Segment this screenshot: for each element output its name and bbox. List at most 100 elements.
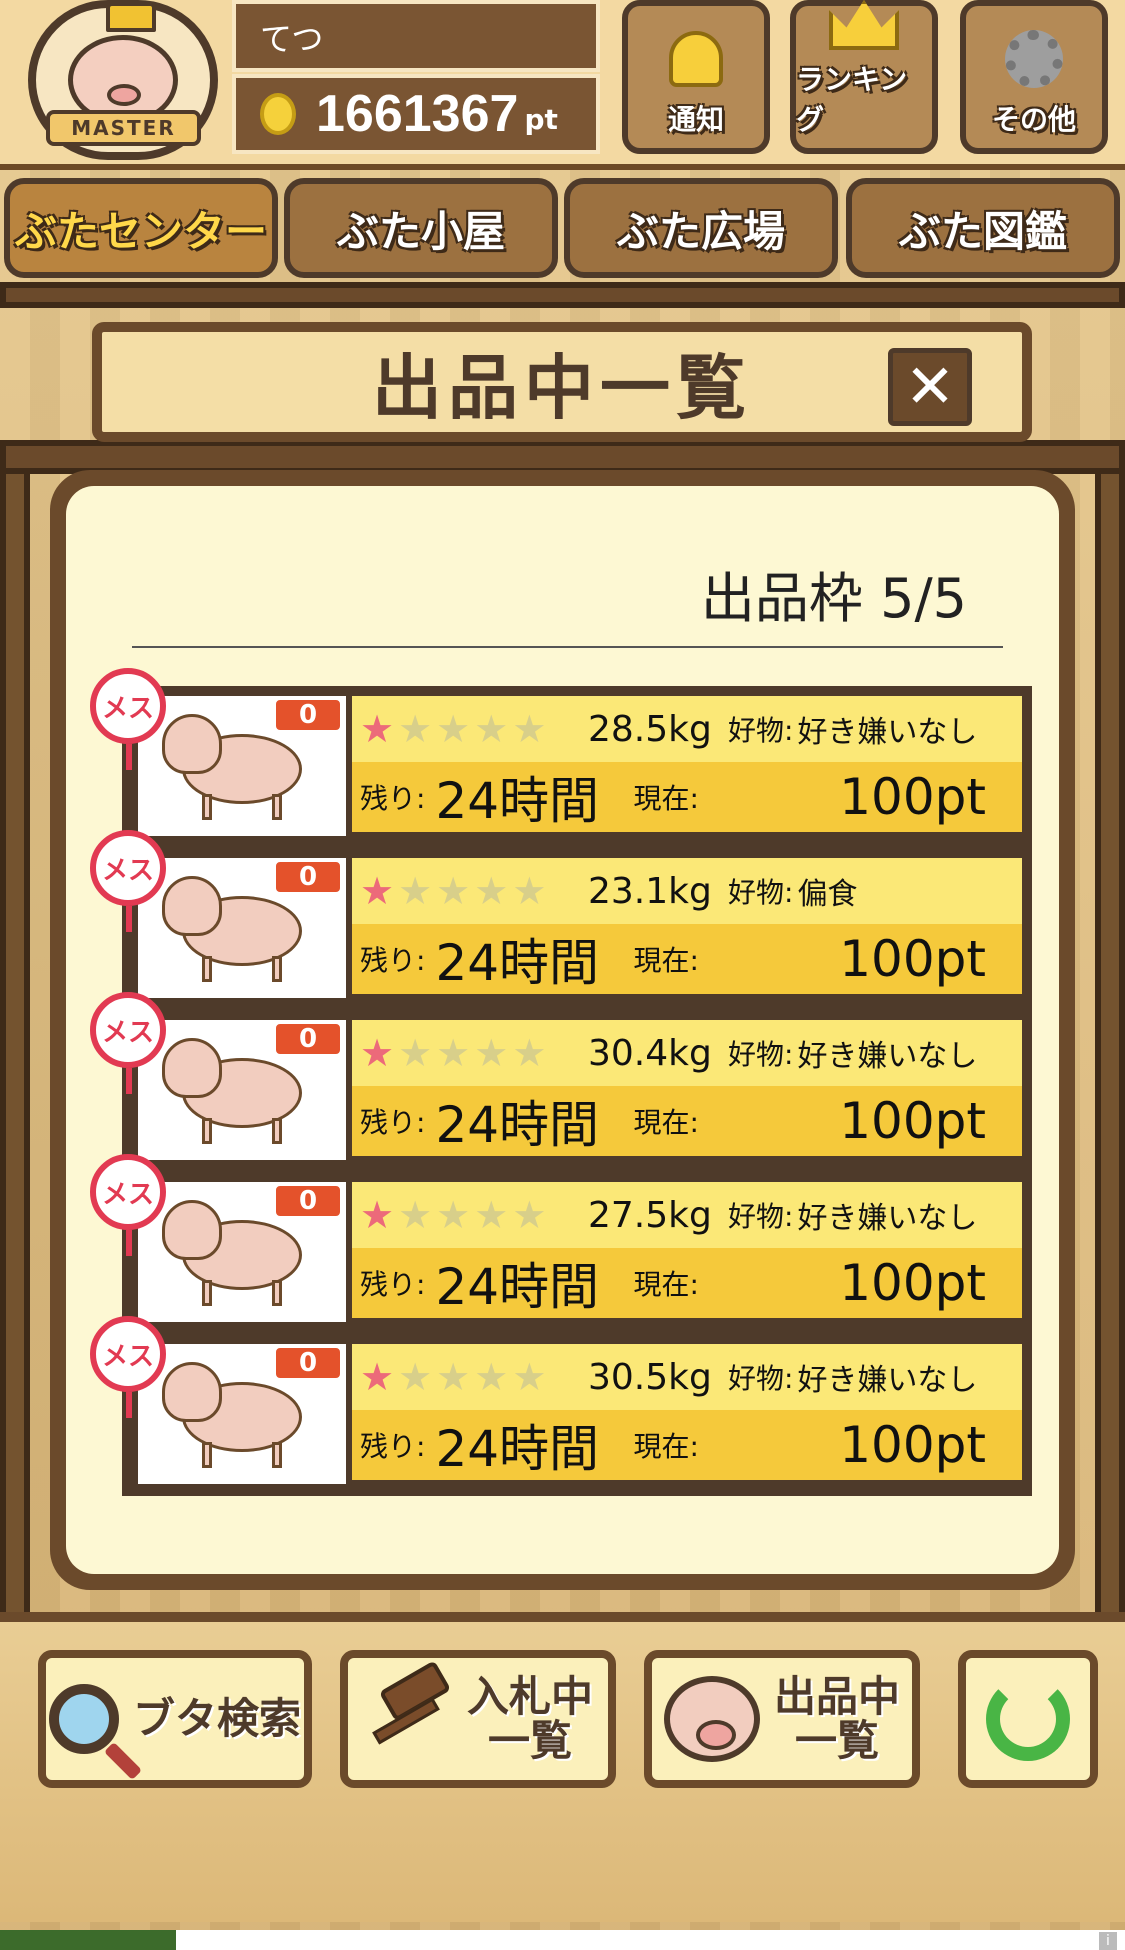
pig-search-button[interactable]: ブタ検索 bbox=[38, 1650, 312, 1788]
header: MASTER てつ 1661367 pt 通知 ランキング その他 bbox=[0, 0, 1125, 170]
remain-label: 残り: bbox=[360, 944, 426, 977]
gavel-icon bbox=[363, 1660, 453, 1764]
pref-value: 偏食 bbox=[797, 877, 858, 912]
slot-count: 出品枠 5/5 bbox=[700, 567, 967, 630]
listing-list-button[interactable]: 出品中 一覧 bbox=[644, 1650, 920, 1788]
remain-value: 24時間 bbox=[435, 1096, 600, 1154]
weight: 27.5kg bbox=[588, 1194, 712, 1236]
pref-value: 好き嫌いなし bbox=[797, 1039, 978, 1074]
listing-list: 0 メス ★ ★ ★ ★ ★ 28.5kg 好物: 好き嫌いなし 残り: 24時間 現在… bbox=[90, 668, 1032, 1496]
user-name: てつ bbox=[232, 0, 600, 72]
bid-count-badge: 0 bbox=[272, 1182, 344, 1220]
rarity-stars: ★ ★ ★ ★ ★ bbox=[360, 869, 547, 913]
rarity-stars: ★ ★ ★ ★ ★ bbox=[360, 1031, 547, 1075]
post bbox=[1095, 474, 1125, 1614]
pref-label: 好物: bbox=[728, 1362, 794, 1395]
listing-row[interactable]: 0 メス ★ ★ ★ ★ ★ 30.5kg 好物: 好き嫌いなし 残り: 24時間 現在… bbox=[90, 1316, 1032, 1496]
pig-icon bbox=[663, 1676, 760, 1762]
weight: 30.5kg bbox=[588, 1356, 712, 1398]
pig-search-label: ブタ検索 bbox=[132, 1693, 301, 1743]
listing-label-line1: 出品中 bbox=[773, 1671, 900, 1721]
points-unit: pt bbox=[524, 102, 558, 136]
listing-row[interactable]: 0 メス ★ ★ ★ ★ ★ 23.1kg 好物: 偏食 残り: 24時間 現在: 10… bbox=[90, 830, 1032, 1010]
rank-badge: MASTER bbox=[46, 110, 201, 146]
listing-row[interactable]: 0 メス ★ ★ ★ ★ ★ 28.5kg 好物: 好き嫌いなし 残り: 24時間 現在… bbox=[90, 668, 1032, 848]
bidding-label-line1: 入札中 bbox=[466, 1671, 593, 1721]
post bbox=[0, 474, 30, 1614]
avatar[interactable]: MASTER bbox=[28, 0, 218, 160]
refresh-button[interactable] bbox=[958, 1650, 1098, 1788]
pref-label: 好物: bbox=[728, 876, 794, 909]
rarity-stars: ★ ★ ★ ★ ★ bbox=[360, 1355, 547, 1399]
notification-button[interactable]: 通知 bbox=[622, 0, 770, 154]
current-label: 現在: bbox=[633, 1106, 699, 1139]
listing-panel: 出品枠 5/5 0 メス ★★★★★ 28.5kg 好物: 好き嫌いなし bbox=[50, 470, 1075, 1590]
beam bbox=[0, 440, 1125, 474]
bidding-label-line2: 一覧 bbox=[487, 1716, 572, 1765]
tab-buta-zukan[interactable]: ぶた図鑑 bbox=[846, 178, 1120, 278]
dialog-title: 出品中一覧 bbox=[372, 346, 752, 429]
current-price: 100pt bbox=[839, 768, 986, 826]
current-label: 現在: bbox=[633, 1430, 699, 1463]
pref-label: 好物: bbox=[728, 714, 794, 747]
refresh-icon bbox=[986, 1677, 1070, 1761]
coin-icon bbox=[260, 93, 296, 135]
pref-label: 好物: bbox=[728, 1038, 794, 1071]
current-label: 現在: bbox=[633, 944, 699, 977]
tab-buta-center[interactable]: ぶたセンター bbox=[4, 178, 278, 278]
pig-thumbnail: 0 メス bbox=[90, 1154, 346, 1322]
pig-thumbnail: 0 メス bbox=[90, 668, 346, 836]
remain-value: 24時間 bbox=[435, 1258, 600, 1316]
tab-buta-hiroba[interactable]: ぶた広場 bbox=[564, 178, 838, 278]
divider bbox=[132, 646, 1003, 648]
current-label: 現在: bbox=[633, 782, 699, 815]
pref-label: 好物: bbox=[728, 1200, 794, 1233]
female-icon: メス bbox=[90, 1154, 166, 1256]
close-button[interactable]: ✕ bbox=[888, 348, 972, 426]
pref-value: 好き嫌いなし bbox=[797, 1201, 978, 1236]
other-label: その他 bbox=[991, 103, 1076, 136]
female-icon: メス bbox=[90, 830, 166, 932]
current-price: 100pt bbox=[839, 1416, 986, 1474]
current-price: 100pt bbox=[839, 930, 986, 988]
bell-icon bbox=[669, 31, 723, 87]
other-button[interactable]: その他 bbox=[960, 0, 1108, 154]
remain-value: 24時間 bbox=[435, 934, 600, 992]
current-price: 100pt bbox=[839, 1092, 986, 1150]
listing-row[interactable]: 0 メス ★ ★ ★ ★ ★ 30.4kg 好物: 好き嫌いなし 残り: 24時間 現在… bbox=[90, 992, 1032, 1172]
ad-banner-image[interactable] bbox=[0, 1930, 176, 1950]
bidding-list-button[interactable]: 入札中 一覧 bbox=[340, 1650, 616, 1788]
female-icon: メス bbox=[90, 668, 166, 770]
female-icon: メス bbox=[90, 1316, 166, 1418]
bottom-toolbar: ブタ検索 入札中 一覧 出品中 一覧 bbox=[0, 1612, 1125, 1922]
remain-value: 24時間 bbox=[435, 772, 600, 830]
weight: 28.5kg bbox=[588, 708, 712, 750]
remain-label: 残り: bbox=[360, 1106, 426, 1139]
current-label: 現在: bbox=[633, 1268, 699, 1301]
tab-buta-koya[interactable]: ぶた小屋 bbox=[284, 178, 558, 278]
rarity-stars: ★ ★ ★ ★ ★ bbox=[360, 1193, 547, 1237]
bid-count-badge: 0 bbox=[272, 696, 344, 734]
points-display: 1661367 pt bbox=[232, 74, 600, 154]
bid-count-badge: 0 bbox=[272, 1344, 344, 1382]
gear-icon bbox=[1005, 30, 1063, 88]
crown-icon bbox=[829, 0, 899, 50]
notification-label: 通知 bbox=[667, 103, 724, 136]
weight: 23.1kg bbox=[588, 870, 712, 912]
bid-count-badge: 0 bbox=[272, 1020, 344, 1058]
main-tabs: ぶたセンター ぶた小屋 ぶた広場 ぶた図鑑 bbox=[0, 178, 1125, 278]
points-value: 1661367 bbox=[316, 85, 519, 143]
remain-label: 残り: bbox=[360, 1430, 426, 1463]
weight: 30.4kg bbox=[588, 1032, 712, 1074]
pref-value: 好き嫌いなし bbox=[797, 715, 978, 750]
ad-info-icon[interactable]: i bbox=[1099, 1932, 1117, 1950]
beam bbox=[0, 282, 1125, 308]
listing-label-line2: 一覧 bbox=[794, 1716, 879, 1765]
pig-thumbnail: 0 メス bbox=[90, 992, 346, 1160]
remain-label: 残り: bbox=[360, 1268, 426, 1301]
ranking-button[interactable]: ランキング bbox=[790, 0, 938, 154]
female-icon: メス bbox=[90, 992, 166, 1094]
rarity-stars: ★ ★ ★ ★ ★ bbox=[360, 707, 547, 751]
current-price: 100pt bbox=[839, 1254, 986, 1312]
listing-row[interactable]: 0 メス ★ ★ ★ ★ ★ 27.5kg 好物: 好き嫌いなし 残り: 24時間 現在… bbox=[90, 1154, 1032, 1334]
